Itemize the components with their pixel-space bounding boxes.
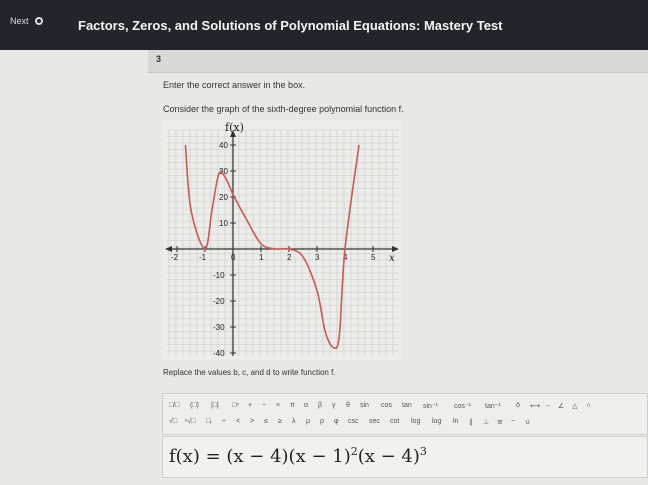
replace-instruction: Replace the values b, c, and d to write … — [163, 368, 336, 377]
x-tick-label: -2 — [171, 253, 179, 262]
toolbar-button[interactable]: ≥ — [278, 418, 282, 425]
toolbar-button[interactable]: tan — [402, 402, 412, 409]
math-toolbar: □/□ (□) |□| □ⁿ + − × π α β γ θ sin cos tan sin⁻¹ cos⁻¹ ta… — [162, 393, 648, 435]
toolbar-button[interactable]: □ⁿ — [232, 402, 239, 409]
toolbar-button[interactable]: ō — [516, 402, 520, 409]
toolbar-button[interactable]: ≤ — [264, 418, 268, 425]
toolbar-button[interactable]: γ — [332, 402, 336, 409]
next-label: Next — [10, 16, 29, 26]
toolbar-button[interactable]: □ᵢ — [206, 418, 211, 425]
x-tick-label: 0 — [231, 253, 236, 262]
toolbar-button[interactable]: |□| — [211, 402, 219, 409]
x-tick-label: -1 — [199, 253, 207, 262]
toolbar-button[interactable]: ⟷ — [530, 402, 540, 410]
polynomial-graph: f(x) x -2 -1 0 1 2 3 4 5 40302010-10-20-30-40 — [163, 120, 403, 360]
toolbar-button[interactable]: log — [411, 418, 420, 425]
toolbar-button[interactable]: □/□ — [169, 402, 179, 409]
toolbar-button[interactable]: − — [262, 402, 266, 409]
toolbar-button[interactable]: √□ — [169, 418, 177, 425]
toolbar-button[interactable]: ∥ — [469, 418, 473, 426]
y-axis-label: f(x) — [225, 121, 244, 134]
x-tick-label: 2 — [287, 253, 292, 262]
page-title: Factors, Zeros, and Solutions of Polynom… — [78, 18, 503, 33]
y-tick-label: -10 — [213, 271, 225, 280]
toolbar-button[interactable]: ⊥ — [483, 418, 489, 426]
toolbar-button[interactable]: cot — [390, 418, 399, 425]
y-tick-label: -20 — [213, 297, 225, 306]
toolbar-button[interactable]: > — [250, 418, 254, 425]
toolbar-button[interactable]: sin — [360, 402, 369, 409]
toolbar-button[interactable]: △ — [572, 402, 577, 410]
toolbar-button[interactable]: π — [290, 402, 295, 409]
toolbar-button[interactable]: tan⁻¹ — [485, 402, 501, 410]
question-header-strip — [148, 50, 648, 73]
toolbar-button[interactable]: ln — [453, 418, 458, 425]
toolbar-button[interactable]: csc — [348, 418, 359, 425]
answer-exponent-1: 2 — [350, 445, 358, 458]
question-number: 3 — [156, 54, 162, 64]
toolbar-button[interactable]: ρ — [320, 418, 324, 425]
toolbar-button[interactable]: sec — [369, 418, 380, 425]
answer-exponent-2: 3 — [419, 445, 427, 458]
toolbar-button[interactable]: → — [544, 402, 551, 409]
toolbar-button[interactable]: ⁿ√□ — [185, 418, 196, 425]
next-button[interactable]: Next — [10, 16, 43, 26]
x-tick-label: 1 — [259, 253, 264, 262]
answer-mid: (x − 4) — [357, 446, 420, 467]
toolbar-button[interactable]: log — [432, 418, 441, 425]
toolbar-button[interactable]: φ — [334, 418, 339, 425]
header-bar: Next Factors, Zeros, and Solutions of Po… — [0, 0, 648, 50]
toolbar-button[interactable]: λ — [292, 418, 296, 425]
answer-input[interactable]: f(x) = (x − 4)(x − 1)2(x − 4)3 — [162, 436, 648, 478]
toolbar-button[interactable]: ∪ — [525, 418, 530, 426]
toolbar-button[interactable]: β — [318, 402, 322, 409]
next-arrow-icon — [34, 17, 43, 25]
toolbar-button[interactable]: (□) — [190, 402, 199, 409]
toolbar-button[interactable]: α — [304, 402, 308, 409]
y-tick-label: 10 — [219, 219, 228, 228]
toolbar-button[interactable]: × — [276, 402, 280, 409]
toolbar-button[interactable]: ≅ — [497, 418, 503, 426]
x-tick-label: 5 — [371, 253, 376, 262]
answer-main: f(x) = (x − 4)(x − 1) — [169, 446, 351, 467]
y-tick-label: 40 — [219, 141, 228, 150]
toolbar-button[interactable]: ~ — [511, 418, 515, 425]
answer-expression: f(x) = (x − 4)(x − 1)2(x − 4)3 — [169, 445, 427, 467]
y-tick-label: 20 — [219, 193, 228, 202]
x-axis-label: x — [389, 253, 395, 264]
toolbar-button[interactable]: + — [248, 402, 252, 409]
toolbar-button[interactable]: ÷ — [222, 418, 226, 425]
toolbar-button[interactable]: μ — [306, 418, 310, 425]
toolbar-button[interactable]: sin⁻¹ — [423, 402, 438, 410]
y-tick-label: -30 — [213, 323, 225, 332]
prompt-text: Consider the graph of the sixth-degree p… — [163, 104, 404, 114]
instruction-text: Enter the correct answer in the box. — [163, 80, 306, 90]
toolbar-button[interactable]: ∩ — [586, 402, 591, 409]
toolbar-button[interactable]: < — [236, 418, 240, 425]
toolbar-button[interactable]: ∠ — [558, 402, 564, 410]
y-tick-label: -40 — [213, 349, 225, 358]
toolbar-button[interactable]: cos⁻¹ — [454, 402, 471, 410]
x-tick-label: 3 — [315, 253, 320, 262]
toolbar-button[interactable]: θ — [346, 402, 350, 409]
toolbar-button[interactable]: cos — [381, 402, 392, 409]
